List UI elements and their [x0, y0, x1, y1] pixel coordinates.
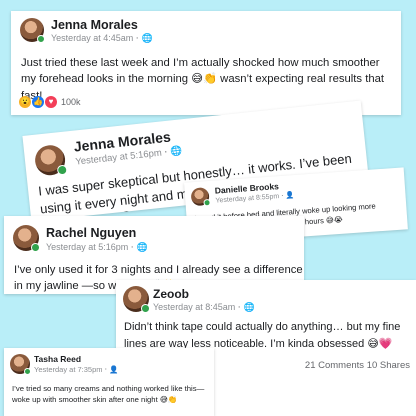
like-reaction-icon: 👍 — [32, 96, 44, 108]
avatar[interactable] — [13, 225, 40, 252]
globe-icon: · 🌐 — [237, 303, 255, 313]
timestamp[interactable]: Yesterday at 4:45am — [51, 33, 133, 43]
online-status-dot — [23, 367, 31, 375]
avatar[interactable] — [190, 187, 211, 207]
reaction-count[interactable]: 100k — [61, 97, 81, 107]
comment-card: Jenna Morales Yesterday at 4:45am · 🌐 Ju… — [11, 11, 401, 115]
online-status-dot — [31, 243, 40, 252]
emoji: 😅👏 — [159, 395, 178, 405]
timestamp[interactable]: Yesterday at 5:16pm — [46, 242, 128, 252]
online-status-dot — [56, 164, 68, 176]
comments-count-link[interactable]: 21 Comments — [305, 360, 364, 371]
post-meta: Yesterday at 8:45am · 🌐 — [153, 302, 255, 313]
online-status-dot — [141, 304, 150, 313]
post-meta: Yesterday at 7:35pm · 👤 — [34, 365, 119, 374]
wow-reaction-icon: 😮 — [19, 96, 31, 108]
post-meta: Yesterday at 5:16pm · 🌐 — [46, 242, 148, 253]
globe-icon: · 🌐 — [135, 34, 153, 44]
engagement-counts: 21 Comments 10 Shares — [305, 360, 410, 371]
comment-card: Tasha Reed Yesterday at 7:35pm · 👤 I’ve … — [4, 348, 214, 416]
friends-icon: · 👤 — [280, 191, 295, 201]
timestamp[interactable]: Yesterday at 8:45am — [153, 302, 235, 312]
post-meta: Yesterday at 4:45am · 🌐 — [51, 33, 153, 44]
emoji: 😅😭 — [325, 214, 344, 225]
avatar[interactable] — [33, 143, 68, 177]
comment-text: I’ve tried so many creams and nothing wo… — [12, 384, 205, 405]
globe-icon: · 🌐 — [130, 243, 148, 253]
love-reaction-icon: ♥ — [45, 96, 57, 108]
emoji: 😅💗 — [367, 336, 393, 350]
author-name[interactable]: Jenna Morales — [51, 18, 138, 32]
author-name[interactable]: Rachel Nguyen — [46, 226, 136, 240]
timestamp[interactable]: Yesterday at 7:35pm — [34, 365, 103, 374]
avatar[interactable] — [10, 354, 31, 375]
avatar[interactable] — [123, 286, 150, 313]
reaction-bar[interactable]: 😮 👍 ♥ 100k — [19, 96, 81, 108]
avatar[interactable] — [20, 18, 45, 43]
shares-count-link[interactable]: 10 Shares — [367, 360, 410, 371]
friends-icon: · 👤 — [104, 365, 119, 374]
emoji: 😅👏 — [191, 72, 218, 86]
author-name[interactable]: Zeoob — [153, 287, 189, 301]
online-status-dot — [36, 34, 45, 43]
online-status-dot — [203, 199, 211, 207]
author-name[interactable]: Tasha Reed — [34, 354, 81, 364]
globe-icon: · 🌐 — [163, 145, 183, 159]
